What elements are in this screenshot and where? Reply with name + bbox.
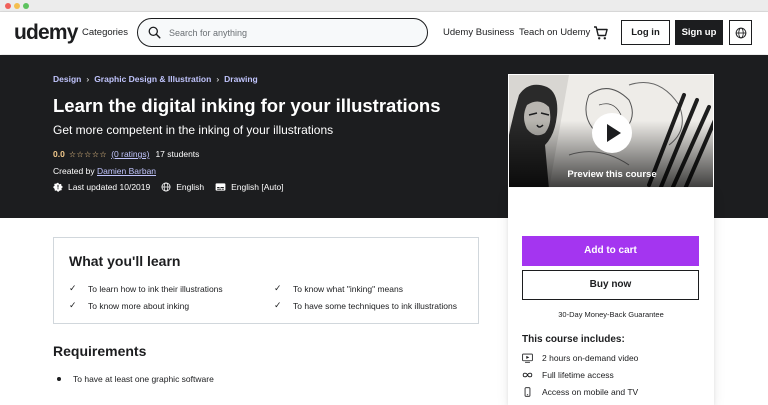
breadcrumb-design[interactable]: Design bbox=[53, 74, 81, 84]
check-icon: ✓ bbox=[69, 283, 77, 293]
video-icon bbox=[522, 353, 533, 363]
categories-link[interactable]: Categories bbox=[82, 27, 128, 38]
rating-row: 0.0 ☆☆☆☆☆ (0 ratings) 17 students bbox=[53, 149, 199, 159]
instructor-link[interactable]: Damien Barban bbox=[97, 166, 156, 176]
play-icon[interactable] bbox=[592, 113, 632, 153]
maximize-window-dot[interactable] bbox=[23, 3, 29, 9]
signup-button[interactable]: Sign up bbox=[675, 20, 723, 45]
learn-item: ✓ To know more about inking bbox=[69, 300, 190, 311]
check-icon: ✓ bbox=[274, 283, 282, 293]
created-by-label: Created by bbox=[53, 166, 95, 176]
money-back-guarantee: 30-Day Money-Back Guarantee bbox=[558, 310, 664, 319]
check-icon: ✓ bbox=[69, 300, 77, 310]
captions-icon bbox=[215, 183, 226, 191]
teach-on-udemy-link[interactable]: Teach on Udemy bbox=[519, 27, 590, 38]
preview-course-label[interactable]: Preview this course bbox=[509, 169, 713, 180]
globe-icon bbox=[161, 182, 171, 192]
learn-title: What you'll learn bbox=[69, 253, 181, 269]
students-count: 17 students bbox=[155, 149, 200, 159]
language-button[interactable] bbox=[729, 20, 752, 45]
course-language: English bbox=[161, 182, 204, 192]
include-item: Access on mobile and TV bbox=[522, 387, 638, 397]
bullet-icon bbox=[57, 377, 61, 381]
login-button[interactable]: Log in bbox=[621, 20, 670, 45]
add-to-cart-button[interactable]: Add to cart bbox=[522, 236, 699, 266]
breadcrumb-drawing[interactable]: Drawing bbox=[224, 74, 258, 84]
breadcrumb: Design › Graphic Design & Illustration › Dra… bbox=[53, 74, 258, 84]
ratings-count-link[interactable]: (0 ratings) bbox=[111, 149, 149, 159]
rating-value: 0.0 bbox=[53, 149, 65, 159]
course-preview-video[interactable]: Preview this course bbox=[508, 74, 714, 188]
include-item: 2 hours on-demand video bbox=[522, 353, 638, 363]
shopping-cart-icon[interactable] bbox=[593, 25, 609, 41]
udemy-business-link[interactable]: Udemy Business bbox=[443, 27, 514, 38]
breadcrumb-graphic-design[interactable]: Graphic Design & Illustration bbox=[94, 74, 211, 84]
learn-item: ✓ To know what "inking" means bbox=[274, 283, 403, 294]
globe-icon bbox=[735, 27, 746, 38]
chevron-right-icon: › bbox=[216, 74, 220, 84]
udemy-logo[interactable]: udemy bbox=[14, 21, 78, 45]
mobile-icon bbox=[524, 387, 531, 397]
purchase-card: Add to cart Buy now 30-Day Money-Back Gu… bbox=[508, 188, 714, 405]
learn-item: ✓ To learn how to ink their illustration… bbox=[69, 283, 223, 294]
what-youll-learn-box: What you'll learn ✓ To learn how to ink … bbox=[53, 237, 479, 324]
last-updated: Last updated 10/2019 bbox=[53, 182, 150, 192]
star-rating-icon: ☆☆☆☆☆ bbox=[68, 149, 108, 159]
learn-item: ✓ To have some techniques to ink illustr… bbox=[274, 300, 457, 311]
infinity-icon bbox=[522, 372, 533, 378]
alert-badge-icon bbox=[53, 182, 63, 192]
close-window-dot[interactable] bbox=[5, 3, 11, 9]
course-title: Learn the digital inking for your illust… bbox=[53, 95, 441, 116]
search-input[interactable] bbox=[169, 25, 419, 41]
chevron-right-icon: › bbox=[86, 74, 90, 84]
course-captions: English [Auto] bbox=[215, 182, 284, 192]
course-meta: Last updated 10/2019 English English [Au… bbox=[53, 182, 295, 192]
includes-title: This course includes: bbox=[522, 334, 625, 345]
minimize-window-dot[interactable] bbox=[14, 3, 20, 9]
buy-now-button[interactable]: Buy now bbox=[522, 270, 699, 300]
include-item: Full lifetime access bbox=[522, 370, 614, 380]
course-subtitle: Get more competent in the inking of your… bbox=[53, 123, 334, 137]
requirement-item: To have at least one graphic software bbox=[57, 374, 214, 384]
created-by: Created by Damien Barban bbox=[53, 166, 156, 176]
top-header: udemy Categories Udemy Business Teach on… bbox=[0, 12, 768, 54]
requirements-title: Requirements bbox=[53, 343, 147, 359]
search-icon[interactable] bbox=[148, 26, 161, 39]
browser-chrome bbox=[0, 0, 768, 12]
search-bar[interactable] bbox=[137, 18, 428, 47]
check-icon: ✓ bbox=[274, 300, 282, 310]
